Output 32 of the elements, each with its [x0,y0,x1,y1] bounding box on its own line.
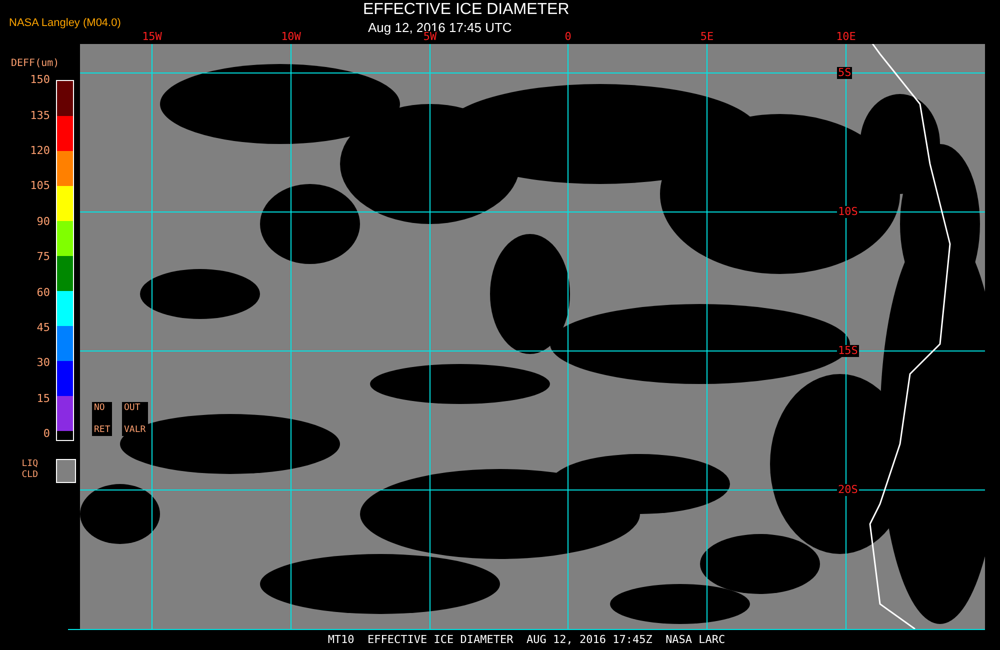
longitude-label: 0 [564,31,572,44]
legend-tick: 45 [36,321,50,336]
legend-tick: 150 [30,73,50,88]
latitude-label: 10S [837,206,859,218]
footer-caption: MT10 EFFECTIVE ICE DIAMETER AUG 12, 2016 17:45Z NASA LARC [328,632,726,648]
legend-tick: 0 [43,427,50,442]
legend-tick: 15 [36,392,50,406]
legend-tick: 120 [30,144,50,158]
longitude-label: 5E [699,31,715,44]
legend-label: VALR [124,424,146,436]
legend-tick: 105 [30,179,50,194]
legend-tick: 75 [36,250,50,264]
longitude-label: 5W [422,31,438,44]
longitude-label: 10W [280,31,302,44]
latitude-label: 5S [837,67,852,80]
legend-tick: 60 [36,286,50,300]
legend-label: RET [94,424,110,436]
legend-label: LIQ [22,459,38,470]
source-label: NASA Langley (M04.0) [9,17,121,29]
legend-tick: 90 [36,214,50,229]
legend-label: NO [94,402,106,414]
latitude-label: 20S [837,484,859,496]
liquid-cloud-swatch [56,459,76,484]
longitude-label: 10E [835,31,857,44]
longitude-label: 15W [141,31,163,44]
legend-unit: DEFF(um) [11,58,60,70]
legend-tick: 135 [30,108,50,123]
legend-tick: 30 [36,356,50,370]
map-title: EFFECTIVE ICE DIAMETER [363,0,570,19]
legend-label: CLD [22,470,38,482]
latitude-label: 15S [837,345,859,358]
legend-label: OUT [124,402,142,414]
